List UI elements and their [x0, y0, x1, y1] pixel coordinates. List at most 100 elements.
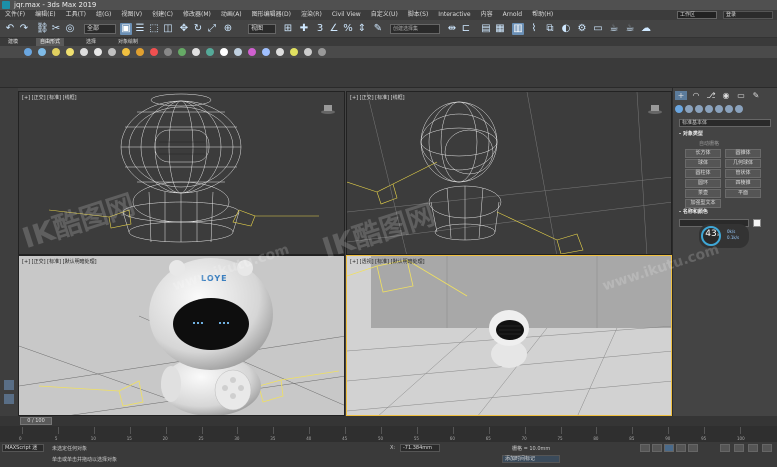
object-type-button[interactable]: 加强型文本 — [685, 199, 721, 208]
go-to-start-icon[interactable] — [640, 444, 650, 452]
ribbon-tool-icon[interactable] — [220, 48, 228, 56]
menu-item[interactable]: 内容 — [476, 10, 498, 20]
ribbon-tool-icon[interactable] — [38, 48, 46, 56]
ribbon-tool-icon[interactable] — [94, 48, 102, 56]
next-frame-icon[interactable] — [676, 444, 686, 452]
viewcube-icon[interactable] — [647, 104, 663, 114]
viewcube-icon[interactable] — [320, 104, 336, 114]
ribbon-tool-icon[interactable] — [290, 48, 298, 56]
time-slider[interactable]: 0 / 100 — [0, 416, 777, 426]
undo-icon[interactable]: ↶ — [4, 23, 16, 35]
modify-tab-icon[interactable]: ◠ — [690, 91, 702, 100]
layer-explorer-icon[interactable]: ▦ — [494, 23, 506, 35]
ribbon-tool-icon[interactable] — [178, 48, 186, 56]
menu-item[interactable]: 脚本(S) — [403, 10, 434, 20]
time-slider-thumb[interactable]: 0 / 100 — [20, 417, 52, 425]
menu-item[interactable]: 帮助(H) — [527, 10, 558, 20]
ribbon-tool-icon[interactable] — [24, 48, 32, 56]
menu-item[interactable]: 文件(F) — [0, 10, 30, 20]
category-dropdown[interactable]: 标准基本体 — [679, 119, 771, 127]
display-tab-icon[interactable]: ▭ — [735, 91, 747, 100]
spinner-snap-icon[interactable]: ⇕ — [356, 23, 368, 35]
ribbon-tool-icon[interactable] — [136, 48, 144, 56]
ribbon-tab-modeling[interactable]: 建模 — [4, 38, 22, 46]
named-selection-set-dropdown[interactable]: 创建选择集 — [390, 24, 440, 34]
menu-item[interactable]: 修改器(M) — [178, 10, 216, 20]
viewport-bottom-right[interactable]: [+] [透视] [标准] [默认明暗处理] — [346, 255, 672, 416]
pan-icon[interactable] — [748, 444, 758, 452]
schematic-view-icon[interactable]: ⧉ — [544, 23, 556, 35]
create-tab-icon[interactable]: + — [675, 91, 687, 100]
select-object-icon[interactable]: ▣ — [120, 23, 132, 35]
ribbon-tool-icon[interactable] — [80, 48, 88, 56]
snap-3d-icon[interactable]: 3 — [314, 23, 326, 35]
placement-icon[interactable]: ⊕ — [222, 23, 234, 35]
x-coord-field[interactable]: -71.384mm — [400, 444, 440, 452]
rotate-icon[interactable]: ↻ — [192, 23, 204, 35]
viewport-label[interactable]: [+] [正交] [标准] [线框] — [350, 94, 405, 101]
viewport-label[interactable]: [+] [正交] [标准] [线框] — [22, 94, 77, 101]
link-icon[interactable]: ⛓ — [36, 23, 49, 35]
geometry-icon[interactable] — [675, 105, 683, 113]
ribbon-tool-icon[interactable] — [276, 48, 284, 56]
workspace-select[interactable]: 工作区 — [677, 11, 717, 19]
track-bar[interactable]: 0 5 10 15 20 25 30 35 40 45 50 55 60 65 70 75 80 85 90 95 10… — [0, 426, 777, 442]
zoom-all-icon[interactable] — [734, 444, 744, 452]
ribbon-tool-icon[interactable] — [66, 48, 74, 56]
pivot-center-icon[interactable]: ⊞ — [282, 23, 294, 35]
rect-selection-icon[interactable]: ⬚ — [148, 23, 160, 35]
edit-named-sel-icon[interactable]: ✎ — [372, 23, 384, 35]
cameras-icon[interactable] — [705, 105, 713, 113]
object-type-button[interactable]: 平面 — [725, 189, 761, 198]
space-warps-icon[interactable] — [725, 105, 733, 113]
go-to-end-icon[interactable] — [688, 444, 698, 452]
unlink-icon[interactable]: ✂ — [50, 23, 62, 35]
mirror-icon[interactable]: ⇹ — [446, 23, 458, 35]
hierarchy-tab-icon[interactable]: ⎇ — [705, 91, 717, 100]
menu-item[interactable]: 自定义(U) — [366, 10, 403, 20]
scene-explorer-icon[interactable]: ▤ — [480, 23, 492, 35]
ribbon-toggle-icon[interactable]: ▥ — [512, 23, 524, 35]
ribbon-tab-freeform[interactable]: 自由形式 — [36, 38, 65, 46]
menu-item[interactable]: 编辑(E) — [30, 10, 60, 20]
object-type-button[interactable]: 圆锥体 — [725, 149, 761, 158]
utilities-tab-icon[interactable]: ✎ — [750, 91, 762, 100]
helpers-icon[interactable] — [715, 105, 723, 113]
ribbon-tool-icon[interactable] — [262, 48, 270, 56]
login-button[interactable]: 登录 — [723, 11, 773, 19]
menu-item[interactable]: Civil View — [327, 10, 366, 20]
name-color-rollout[interactable]: - 名称和颜色 — [679, 208, 771, 216]
object-type-button[interactable]: 圆环 — [685, 179, 721, 188]
object-type-button[interactable]: 管状体 — [725, 169, 761, 178]
redo-icon[interactable]: ↷ — [18, 23, 30, 35]
maxscript-listener[interactable]: MAXScript 迷 — [2, 444, 44, 452]
menu-item[interactable]: 创建(C) — [147, 10, 178, 20]
ribbon-tool-icon[interactable] — [52, 48, 60, 56]
menu-item[interactable]: Interactive — [433, 10, 475, 20]
menu-item[interactable]: 动画(A) — [216, 10, 247, 20]
shapes-icon[interactable] — [685, 105, 693, 113]
angle-snap-icon[interactable]: ∠ — [328, 23, 340, 35]
bind-space-warp-icon[interactable]: ◎ — [64, 23, 76, 35]
viewport-top-left[interactable]: [+] [正交] [标准] [线框] — [18, 91, 345, 255]
add-time-tag-button[interactable]: 添加时间标记 — [502, 455, 560, 463]
render-setup-icon[interactable]: ⚙ — [576, 23, 588, 35]
play-animation-icon[interactable] — [664, 444, 674, 452]
curve-editor-icon[interactable]: ⌇ — [528, 23, 540, 35]
object-type-rollout[interactable]: - 对象类型 — [679, 130, 771, 138]
render-production-icon[interactable]: ☕ — [608, 23, 620, 35]
prev-frame-icon[interactable] — [652, 444, 662, 452]
object-type-button[interactable]: 圆柱体 — [685, 169, 721, 178]
ribbon-tool-icon[interactable] — [150, 48, 158, 56]
material-editor-icon[interactable]: ◐ — [560, 23, 572, 35]
select-by-name-icon[interactable]: ☰ — [134, 23, 146, 35]
object-type-button[interactable]: 几何球体 — [725, 159, 761, 168]
object-type-button[interactable]: 长方体 — [685, 149, 721, 158]
ribbon-tool-icon[interactable] — [234, 48, 242, 56]
ribbon-tool-icon[interactable] — [248, 48, 256, 56]
align-icon[interactable]: ⊏ — [460, 23, 472, 35]
motion-tab-icon[interactable]: ◉ — [720, 91, 732, 100]
reference-coord-dropdown[interactable]: 视图 — [248, 24, 276, 34]
zoom-icon[interactable] — [720, 444, 730, 452]
object-type-button[interactable]: 球体 — [685, 159, 721, 168]
